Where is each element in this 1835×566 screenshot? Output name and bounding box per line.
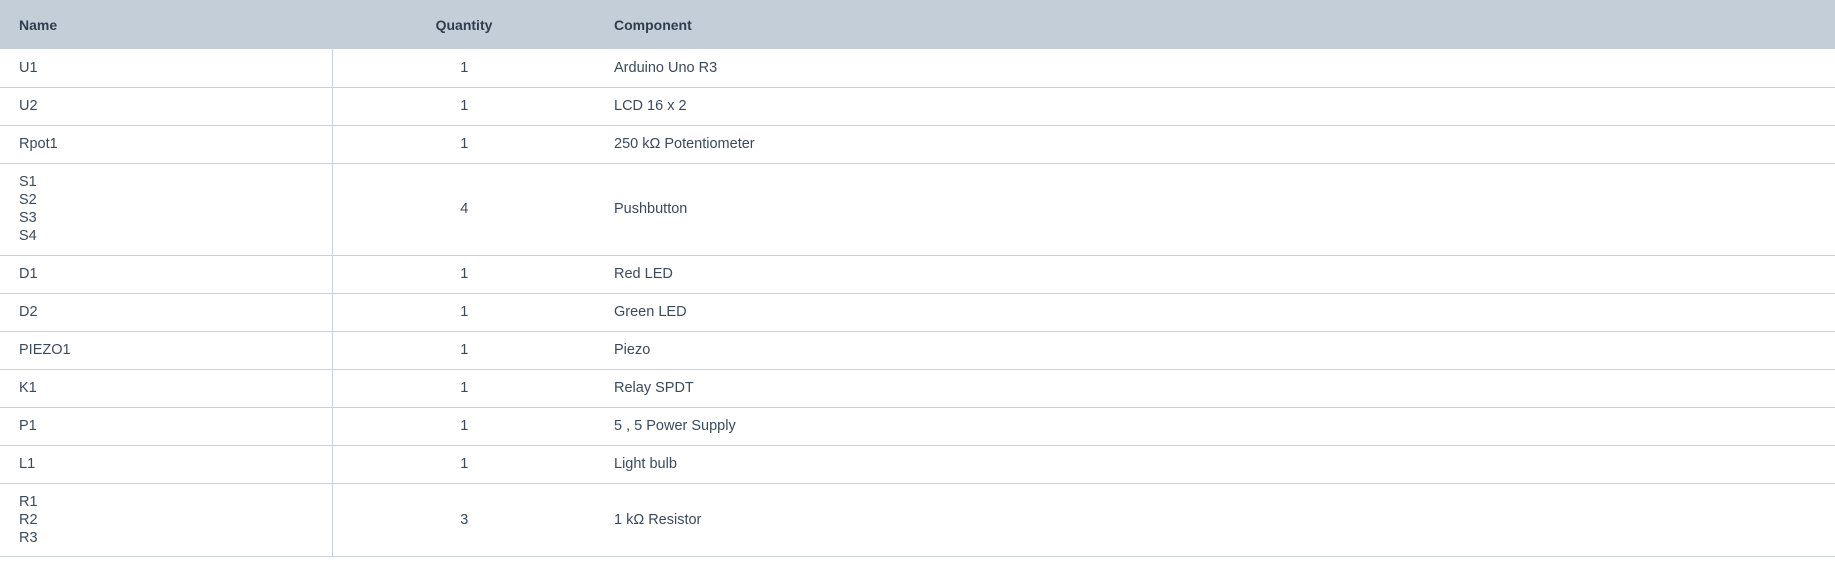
cell-name: U1 [0,49,333,87]
designator-label: D1 [19,266,38,282]
cell-name: U2 [0,87,333,125]
cell-component: LCD 16 x 2 [614,98,687,114]
designator-label: R3 [19,529,38,546]
designator-label: Rpot1 [19,136,58,152]
cell-component: Relay SPDT [614,380,694,396]
designator-label: PIEZO1 [19,342,71,358]
designator-label: S1 [19,174,37,190]
designator-label: D2 [19,304,38,320]
cell-component: 1 kΩ Resistor [614,511,702,528]
table-header: Name Quantity Component [0,0,1835,49]
designator-label: S4 [19,228,37,244]
cell-name: D2 [0,293,333,331]
table-row: L1 1 Light bulb [0,445,1835,483]
table-row: P1 1 5 , 5 Power Supply [0,407,1835,445]
table-row: R1 R2 R3 3 1 kΩ Resistor [0,483,1835,556]
cell-quantity: 1 [460,342,469,358]
component-list-table: Name Quantity Component U1 1 Arduino Uno R… [0,0,1835,557]
cell-component: 5 , 5 Power Supply [614,418,736,434]
cell-quantity: 1 [460,59,469,76]
cell-component: Pushbutton [614,201,688,217]
cell-name: R1 R2 R3 [0,483,333,556]
cell-quantity: 1 [460,380,469,396]
designator-label: S3 [19,210,37,226]
designator-label: P1 [19,418,37,434]
table-row: K1 1 Relay SPDT [0,369,1835,407]
designator-label: K1 [19,380,37,396]
cell-name: Rpot1 [0,125,333,163]
cell-name: D1 [0,255,333,293]
cell-component: Arduino Uno R3 [614,59,718,76]
cell-component: Light bulb [614,456,677,472]
header-component[interactable]: Component [596,0,1835,49]
table-row: D2 1 Green LED [0,293,1835,331]
header-name[interactable]: Name [0,0,332,49]
cell-quantity: 1 [460,418,469,434]
table-row: S1 S2 S3 S4 4 Pushbutton [0,163,1835,255]
cell-name: K1 [0,369,333,407]
table-row: U1 1 Arduino Uno R3 [0,49,1835,87]
designator-label: S2 [19,192,37,208]
header-row: Name Quantity Component [0,0,1835,49]
table-row: PIEZO1 1 Piezo [0,331,1835,369]
designator-label: L1 [19,456,36,472]
cell-name: P1 [0,407,333,445]
table-row: U2 1 LCD 16 x 2 [0,87,1835,125]
table-row: Rpot1 1 250 kΩ Potentiometer [0,125,1835,163]
cell-component: Green LED [614,304,687,320]
cell-quantity: 1 [460,456,469,472]
cell-name: L1 [0,445,333,483]
cell-quantity: 1 [460,136,469,152]
cell-quantity: 1 [460,98,469,114]
table-body: U1 1 Arduino Uno R3 U2 1 LCD 16 x 2 Rpot1 1 250 … [0,49,1835,556]
designator-label: R2 [19,511,38,528]
table-row: D1 1 Red LED [0,255,1835,293]
cell-name: S1 S2 S3 S4 [0,163,333,255]
designator-label: U2 [19,98,38,114]
cell-quantity: 1 [460,266,469,282]
cell-quantity: 1 [460,304,469,320]
cell-name: PIEZO1 [0,331,333,369]
cell-component: Piezo [614,342,651,358]
designator-label: U1 [19,59,38,76]
cell-quantity: 3 [460,511,469,528]
designator-label: R1 [19,493,38,510]
header-quantity[interactable]: Quantity [332,0,596,49]
cell-component: 250 kΩ Potentiometer [614,136,755,152]
cell-quantity: 4 [460,201,469,217]
cell-component: Red LED [614,266,673,282]
